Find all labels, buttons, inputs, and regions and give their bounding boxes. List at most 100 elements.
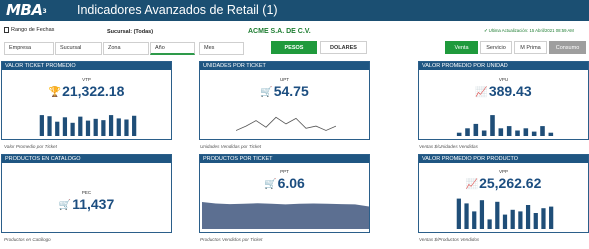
cart-icon: 🛒 <box>264 179 277 190</box>
spark-bar <box>93 118 98 136</box>
spark-bar <box>515 130 520 136</box>
kpi-code: VPU <box>498 77 509 82</box>
app-header: MBA3 Indicadores Avanzados de Retail (1) <box>0 0 589 21</box>
card-footer: Valor Promedio por Ticket <box>4 144 57 149</box>
sparkline-ppt <box>202 202 369 229</box>
sparkline-upt <box>236 116 336 131</box>
spark-bar <box>531 131 537 136</box>
spark-bar <box>540 126 545 136</box>
kpi-value: 📈25,262.62 <box>465 175 542 191</box>
sparkline-vtp <box>39 115 137 136</box>
spark-bar <box>518 211 523 229</box>
sparkline-vpu <box>456 115 554 136</box>
trend-icon: 📈 <box>465 179 479 190</box>
kpi-card-pec: PRODUCTOS EN CATALOGO PEC 🛒11,437 <box>1 154 172 233</box>
trend-icon: 📈 <box>475 87 488 98</box>
spark-bar <box>55 121 60 136</box>
spark-bar <box>62 117 68 136</box>
mode-mprima-button[interactable]: M Prima <box>514 41 547 54</box>
last-update: ✓Ultima Actualización: 15 Abril/2021 08:… <box>484 28 574 33</box>
filter-empresa[interactable]: Empresa <box>4 42 54 55</box>
card-footer: Ventas $/Productos Vendidos <box>419 237 480 242</box>
spark-bar <box>85 120 91 136</box>
spark-bar <box>39 115 44 136</box>
card-title: UNIDADES POR TICKET <box>200 62 369 70</box>
card-title: PRODUCTOS POR TICKET <box>200 155 369 163</box>
card-footer: Productos en Catálogo <box>4 237 51 242</box>
card-title: PRODUCTOS EN CATALOGO <box>2 155 171 163</box>
spark-bar <box>502 214 508 229</box>
company-name: ACME S.A. DE C.V. <box>248 28 311 35</box>
spark-bar <box>456 198 461 229</box>
spark-bar <box>498 128 504 136</box>
kpi-card-vpu: VALOR PROMEDIO POR UNIDAD VPU 📈389.43 <box>418 61 589 140</box>
kpi-code: VTP <box>82 77 91 82</box>
card-footer: Productos Vendidos por Ticket <box>200 237 263 242</box>
spark-bar <box>70 122 75 136</box>
date-range-picker[interactable]: Rango de Fechas <box>11 26 54 34</box>
spark-bar <box>124 119 129 136</box>
spark-bar <box>116 118 121 136</box>
spark-bar <box>490 115 495 136</box>
spark-bar <box>456 132 462 136</box>
spark-bar <box>473 123 479 136</box>
kpi-code: PEC <box>81 190 92 195</box>
spark-bar <box>132 115 137 136</box>
spark-bar <box>108 115 114 136</box>
card-title: VALOR TICKET PROMEDIO <box>2 62 171 70</box>
spark-bar <box>465 128 470 136</box>
mode-venta-button[interactable]: Venta <box>445 41 478 54</box>
trophy-icon: 🏆 <box>48 87 62 98</box>
check-icon: ✓ <box>484 28 488 33</box>
kpi-value: 📈389.43 <box>475 83 532 99</box>
page-title: Indicadores Avanzados de Retail (1) <box>77 3 278 17</box>
spark-bar <box>525 205 531 229</box>
spark-bar <box>523 128 529 136</box>
spark-bar <box>464 203 469 229</box>
filter-anio[interactable]: Año <box>150 42 195 55</box>
app-logo: MBA3 <box>6 1 47 19</box>
currency-dolares-button[interactable]: DOLARES <box>320 41 367 54</box>
spark-line <box>236 116 336 131</box>
kpi-value: 🛒54.75 <box>260 83 309 99</box>
spark-bar <box>101 120 106 136</box>
filter-sucursal[interactable]: Sucursal <box>55 42 102 55</box>
kpi-value: 🏆21,322.18 <box>48 83 125 99</box>
kpi-card-vtp: VALOR TICKET PROMEDIO VTP 🏆21,322.18 <box>1 61 172 140</box>
card-title: VALOR PROMEDIO POR PRODUCTO <box>419 155 588 163</box>
kpi-code: UPT <box>280 77 289 82</box>
kpi-card-vpp: VALOR PROMEDIO POR PRODUCTO VPP 📈25,262.… <box>418 154 589 233</box>
calendar-icon[interactable] <box>4 27 9 33</box>
spark-area <box>202 202 369 229</box>
cart-icon: 🛒 <box>58 200 72 211</box>
currency-pesos-button[interactable]: PESOS <box>271 41 317 54</box>
mode-consumo-button[interactable]: Consumo <box>549 41 586 54</box>
spark-bar <box>549 206 554 229</box>
sparkline-vpp <box>456 198 554 229</box>
spark-bar <box>47 116 52 136</box>
spark-bar <box>487 219 492 229</box>
kpi-card-ppt: PRODUCTOS POR TICKET PPT 🛒6.06 <box>199 154 370 233</box>
spark-bar <box>506 126 512 136</box>
cart-icon: 🛒 <box>260 87 273 98</box>
spark-bar <box>541 208 546 229</box>
spark-bar <box>481 130 487 136</box>
kpi-value: 🛒6.06 <box>264 175 305 191</box>
spark-bar <box>479 200 485 229</box>
spark-bar <box>472 211 477 229</box>
card-footer: Unidades Vendidas por Ticket <box>200 144 262 149</box>
spark-bar <box>510 209 515 229</box>
kpi-code: PPT <box>280 169 289 174</box>
spark-bar <box>78 116 83 136</box>
kpi-code: VPP <box>498 169 508 174</box>
spark-bar <box>495 201 500 229</box>
card-title: VALOR PROMEDIO POR UNIDAD <box>419 62 588 70</box>
spark-bar <box>533 213 538 229</box>
filter-mes[interactable]: Mes <box>199 42 244 55</box>
kpi-value: 🛒11,437 <box>58 196 115 212</box>
spark-bar <box>548 132 554 136</box>
kpi-card-upt: UNIDADES POR TICKET UPT 🛒54.75 <box>199 61 370 140</box>
filter-zona[interactable]: Zona <box>103 42 149 55</box>
mode-servicio-button[interactable]: Servicio <box>480 41 512 54</box>
card-footer: Ventas $/Unidades Vendidas <box>419 144 478 149</box>
